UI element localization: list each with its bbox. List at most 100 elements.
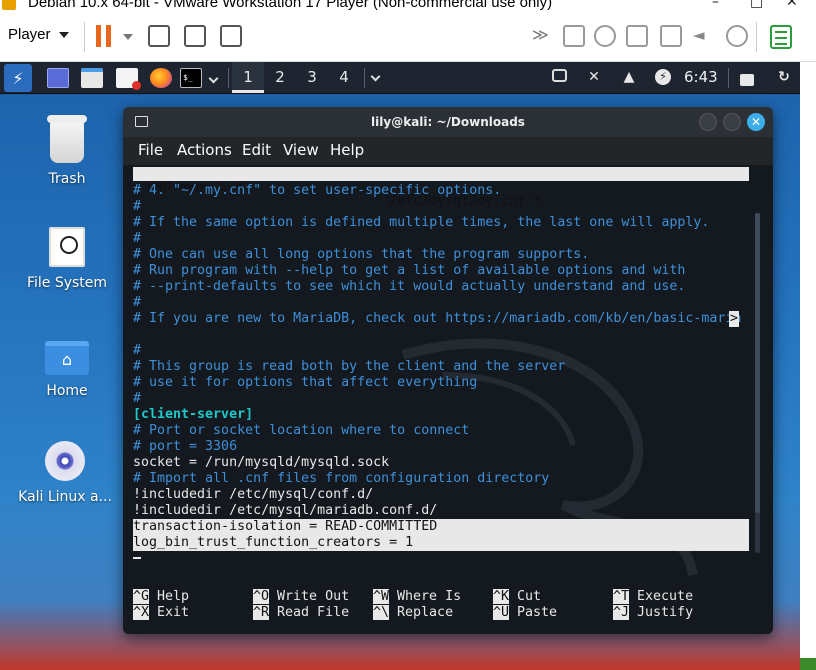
konsole-menubar: File Actions Edit View Help <box>123 137 773 165</box>
shortcut-label: Replace <box>397 605 454 620</box>
chevron-down-icon[interactable] <box>370 71 381 82</box>
terminal-icon[interactable]: $_ <box>180 68 202 88</box>
shortcut-key: ^U <box>493 605 510 620</box>
menu-help[interactable]: Help <box>330 141 364 159</box>
workspace-2[interactable]: 2 <box>264 62 296 93</box>
panel-clock[interactable]: 6:43 <box>684 68 718 86</box>
settings-icon[interactable] <box>726 25 748 47</box>
shortcut-justify: ^J Justify <box>613 605 693 621</box>
maximize-icon[interactable] <box>723 113 741 131</box>
shortcut-label: Cut <box>517 589 542 604</box>
text-cursor <box>133 557 141 559</box>
shortcut-label: Where Is <box>397 589 462 604</box>
fit-guest-icon[interactable] <box>184 25 206 47</box>
volume-muted-icon[interactable]: ✕ <box>586 69 602 85</box>
selected-config-line: log_bin_trust_function_creators = 1 <box>133 535 749 551</box>
shortcut-read-file: ^R Read File <box>253 605 349 621</box>
config-line: # --print-defaults to see which it would… <box>133 279 686 294</box>
pause-button[interactable] <box>96 25 114 47</box>
config-line: # port = 3306 <box>133 439 238 454</box>
chevron-down-icon <box>58 31 69 38</box>
shortcut-paste: ^U Paste <box>493 605 557 621</box>
line-truncation-marker: > <box>729 311 739 327</box>
menu-view[interactable]: View <box>283 141 319 159</box>
workspace-1[interactable]: 1 <box>232 62 264 93</box>
player-menu-button[interactable]: Player <box>8 26 69 43</box>
desktop-icon-kali-disc[interactable]: Kali Linux a... <box>10 441 120 505</box>
vmware-app-icon <box>2 0 16 10</box>
shortcut-label: Exit <box>157 605 190 620</box>
text-editor-icon[interactable] <box>116 68 141 90</box>
konsole-window: lily@kali: ~/Downloads ✕ File Actions Ed… <box>123 107 773 634</box>
kali-menu-icon[interactable]: ⚡ <box>4 64 32 92</box>
shortcut-write-out: ^O Write Out <box>253 589 349 605</box>
desktop-icon-label: Trash <box>48 171 86 187</box>
sound-icon[interactable]: ◄ <box>693 25 715 47</box>
config-line: socket = /run/mysqld/mysqld.sock <box>133 455 390 470</box>
notifications-bell-icon[interactable]: ▲ <box>621 69 637 85</box>
display-icon[interactable] <box>552 69 567 82</box>
nano-header-bar: GNU nano 6.4 /etc/mysql/my.cnf * <box>133 167 749 209</box>
shortcut-key: ^X <box>133 605 150 620</box>
terminal-area[interactable]: GNU nano 6.4 /etc/mysql/my.cnf * # 4. "~… <box>123 165 773 634</box>
hard-disk-icon[interactable] <box>563 25 585 47</box>
network-adapter-icon[interactable] <box>626 25 648 47</box>
show-desktop-icon[interactable] <box>47 68 69 88</box>
config-line: !includedir /etc/mysql/conf.d/ <box>133 487 374 502</box>
pause-icon <box>96 25 101 47</box>
shortcut-key: ^T <box>613 589 630 604</box>
workspace-3[interactable]: 3 <box>296 62 328 93</box>
minimize-icon[interactable] <box>699 113 717 131</box>
cd-drive-icon[interactable] <box>594 25 616 47</box>
power-manager-icon[interactable]: ⚡ <box>655 69 671 85</box>
maximize-icon[interactable]: □ <box>750 0 763 10</box>
shortcut-replace: ^\ Replace <box>373 605 453 621</box>
menu-actions[interactable]: Actions <box>177 141 232 159</box>
logout-icon[interactable]: ↻ <box>776 69 792 85</box>
shortcut-label: Execute <box>637 589 694 604</box>
shortcut-label: Help <box>157 589 190 604</box>
power-options-chevron-icon[interactable] <box>123 34 133 40</box>
panel-divider <box>728 68 729 88</box>
lock-screen-icon[interactable] <box>740 74 754 86</box>
close-icon[interactable]: ✕ <box>786 0 798 10</box>
shortcut-execute: ^T Execute <box>613 589 693 605</box>
player-menu-label: Player <box>8 26 51 43</box>
shortcut-where-is: ^W Where Is <box>373 589 461 605</box>
konsole-titlebar[interactable]: lily@kali: ~/Downloads ✕ <box>123 107 773 137</box>
config-section-header: [client-server] <box>133 407 254 422</box>
shortcut-label: Justify <box>637 605 694 620</box>
desktop-icon-file-system[interactable]: File System <box>12 227 122 291</box>
chevron-down-icon[interactable] <box>208 73 219 84</box>
minimize-icon[interactable]: – <box>712 0 719 10</box>
send-ctrl-alt-del-icon[interactable]: ≫ <box>532 25 554 47</box>
shortcut-label: Paste <box>517 605 558 620</box>
network-icon[interactable] <box>148 25 170 47</box>
config-line: # <box>133 231 142 246</box>
config-line: # <box>133 391 142 406</box>
config-line: # use it for options that affect everyth… <box>133 375 478 390</box>
vmware-toolbar: Player ≫ ◄ <box>0 12 816 62</box>
shortcut-label: Read File <box>277 605 350 620</box>
workspace-4[interactable]: 4 <box>328 62 360 93</box>
optical-disc-icon <box>45 441 85 481</box>
panel-divider <box>364 68 365 88</box>
hard-disk-icon <box>49 227 85 267</box>
printer-icon[interactable] <box>660 25 682 47</box>
config-line: # <box>133 343 142 358</box>
config-line: # If the same option is defined multiple… <box>133 215 710 230</box>
firefox-icon[interactable] <box>150 68 172 88</box>
unity-disabled-icon[interactable] <box>220 25 242 47</box>
shortcut-exit: ^X Exit <box>133 605 189 621</box>
scrollbar-thumb[interactable] <box>755 213 760 513</box>
toolbar-divider <box>756 22 757 52</box>
desktop-icon-home[interactable]: Home <box>12 341 122 399</box>
menu-file[interactable]: File <box>138 141 163 159</box>
shortcut-key: ^\ <box>373 605 390 620</box>
file-manager-icon[interactable] <box>81 68 103 88</box>
desktop-icon-trash[interactable]: Trash <box>12 115 122 187</box>
desktop-icon-label: Home <box>46 383 88 399</box>
menu-edit[interactable]: Edit <box>242 141 271 159</box>
notes-icon[interactable] <box>770 25 792 49</box>
close-icon[interactable]: ✕ <box>747 113 765 131</box>
